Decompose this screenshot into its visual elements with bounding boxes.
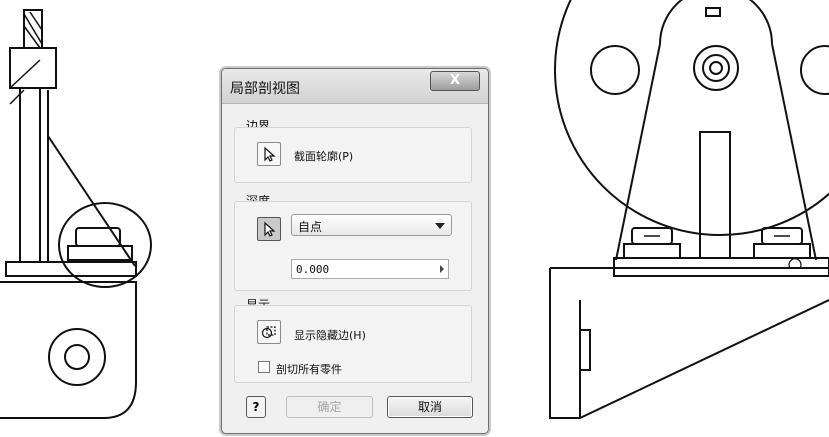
show-hidden-button[interactable]	[257, 320, 281, 344]
help-button[interactable]: ?	[246, 396, 266, 418]
cursor-arrow-icon	[264, 146, 276, 162]
chevron-down-icon	[435, 223, 445, 229]
close-button[interactable]: X	[430, 71, 480, 91]
cancel-button[interactable]: 取消	[387, 396, 473, 418]
profile-label: 截面轮廓(P)	[294, 150, 354, 163]
dialog-title: 局部剖视图	[230, 81, 300, 97]
cut-all-parts-checkbox[interactable]	[258, 361, 270, 373]
dialog-titlebar[interactable]: 局部剖视图 X	[222, 69, 488, 104]
depth-mode-value: 自点	[298, 220, 323, 234]
help-icon: ?	[252, 400, 260, 414]
show-hidden-label: 显示隐藏边(H)	[294, 329, 366, 342]
profile-select-button[interactable]	[257, 142, 281, 166]
cursor-arrow-icon	[264, 221, 276, 237]
hidden-edges-icon	[261, 326, 276, 339]
ok-button[interactable]: 确定	[286, 396, 373, 418]
depth-mode-select[interactable]: 自点	[291, 214, 452, 236]
local-section-view-dialog: 局部剖视图 X 边界 截面轮廓(P) 深度 自点 0.000 显示 显示隐藏边(…	[221, 68, 489, 434]
cut-all-parts-label: 剖切所有零件	[276, 363, 342, 376]
cad-drawing-right	[549, 0, 829, 419]
depth-point-button[interactable]	[257, 217, 281, 241]
depth-value-input[interactable]: 0.000	[291, 259, 449, 279]
cad-drawing-left	[0, 9, 152, 419]
chevron-right-icon[interactable]	[440, 265, 444, 273]
depth-value: 0.000	[296, 263, 330, 276]
close-icon: X	[449, 73, 461, 88]
